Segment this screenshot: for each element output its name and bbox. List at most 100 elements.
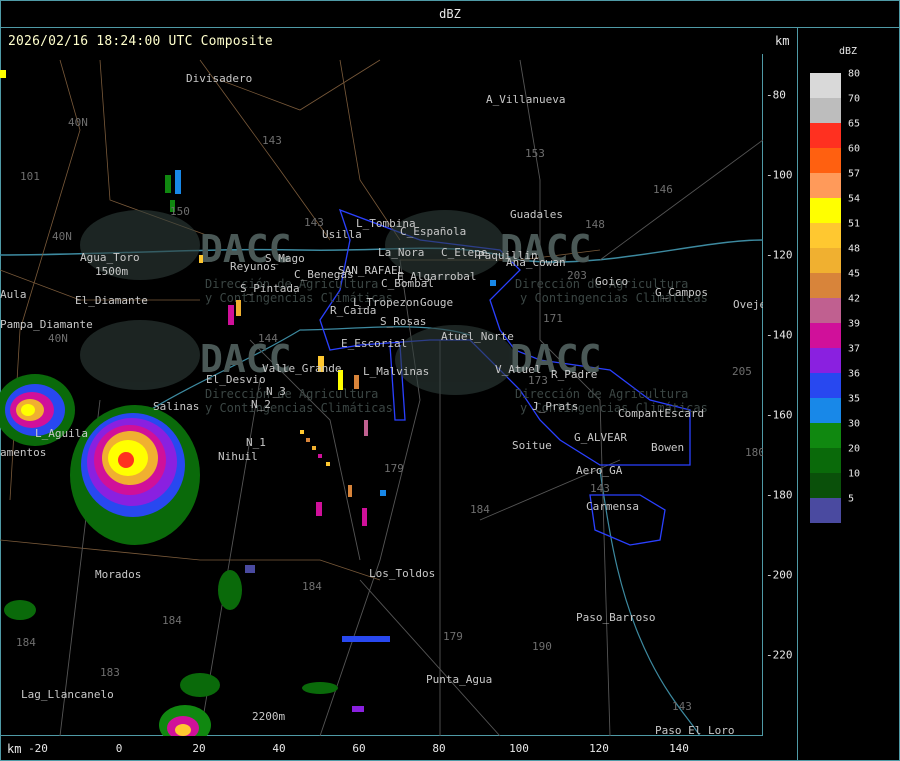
place-label: Divisadero — [186, 72, 252, 85]
svg-text:40N: 40N — [52, 230, 72, 243]
svg-text:179: 179 — [443, 630, 463, 643]
x-tick: 40 — [272, 742, 286, 755]
svg-text:180: 180 — [745, 446, 763, 459]
place-label: Oveje — [733, 298, 763, 311]
svg-text:184: 184 — [470, 503, 490, 516]
x-tick: 0 — [115, 742, 123, 755]
place-label: E_Escorial — [341, 337, 407, 350]
legend-label: 36 — [848, 368, 861, 380]
place-label: Salinas — [153, 400, 199, 413]
place-label: L_Aguila — [35, 427, 88, 440]
svg-text:184: 184 — [16, 636, 36, 649]
place-label: Aero_GA — [576, 464, 623, 477]
svg-text:40N: 40N — [48, 332, 68, 345]
legend-label: 35 — [848, 393, 861, 405]
y-axis-unit: km — [775, 34, 790, 48]
legend-swatch — [810, 223, 841, 248]
y-tick: -120 — [766, 248, 793, 262]
legend-swatch — [810, 123, 841, 148]
place-label: El_Diamante — [75, 294, 148, 307]
svg-text:171: 171 — [543, 312, 563, 325]
place-label: Valle_Grande — [262, 362, 341, 375]
echo-cluster-salinas — [70, 405, 200, 545]
legend-label: 20 — [848, 443, 861, 455]
legend-label: 37 — [848, 343, 861, 355]
place-label: A_Villanueva — [486, 93, 565, 106]
legend-swatch — [810, 348, 841, 373]
svg-text:148: 148 — [585, 218, 605, 231]
svg-text:143: 143 — [262, 134, 282, 147]
legend-title: dBZ — [839, 46, 858, 57]
place-label: CompantEscard — [618, 407, 704, 420]
place-label: R_Padre — [551, 368, 597, 381]
place-label: Morados — [95, 568, 141, 581]
legend-label: 80 — [848, 68, 861, 80]
legend-swatch — [810, 198, 841, 223]
place-label: Paso_El_Loro — [655, 724, 734, 736]
place-label: J_Prats — [532, 400, 578, 413]
place-label: amentos — [0, 446, 46, 459]
y-tick: -220 — [766, 648, 793, 662]
legend-label: 54 — [848, 193, 861, 205]
place-label: C_Bombal — [381, 277, 434, 290]
legend-swatch — [810, 323, 841, 348]
place-label: N_1 — [246, 436, 266, 449]
y-tick: -180 — [766, 488, 793, 502]
svg-text:153: 153 — [525, 147, 545, 160]
place-label: Carmensa — [586, 500, 639, 513]
legend-label: 65 — [848, 118, 861, 130]
x-tick: -20 — [28, 742, 48, 755]
svg-text:143: 143 — [304, 216, 324, 229]
svg-text:150: 150 — [170, 205, 190, 218]
svg-text:183: 183 — [100, 666, 120, 679]
echo-cluster-south — [4, 570, 338, 745]
title-bar: dBZ — [0, 0, 900, 28]
place-label: El_Desvio — [206, 373, 266, 386]
x-tick: 120 — [589, 742, 609, 755]
legend-label: 57 — [848, 168, 861, 180]
svg-text:184: 184 — [302, 580, 322, 593]
place-label: Pampa_Diamante — [0, 318, 93, 331]
x-tick: 60 — [352, 742, 366, 755]
place-label: Los_Toldos — [369, 567, 435, 580]
radar-map-svg: DACC DACC DACC DACC Dirección de Agricul… — [0, 59, 766, 745]
legend-swatch — [810, 298, 841, 323]
place-label: S_Pintada — [240, 282, 300, 295]
legend-label: 39 — [848, 318, 861, 330]
place-label: SAN_RAFAEL — [338, 264, 405, 277]
y-tick: -100 — [766, 168, 793, 182]
legend-swatch — [810, 398, 841, 423]
place-label: Soitue — [512, 439, 552, 452]
svg-text:184: 184 — [162, 614, 182, 627]
svg-text:203: 203 — [567, 269, 587, 282]
svg-text:179: 179 — [384, 462, 404, 475]
legend-label: 60 — [848, 143, 861, 155]
legend-label: 5 — [848, 493, 855, 505]
x-tick: 80 — [432, 742, 446, 755]
place-label: G_ALVEAR — [574, 431, 627, 444]
legend-swatch — [810, 98, 841, 123]
place-label: N_2 — [251, 398, 271, 411]
y-tick: -140 — [766, 328, 793, 342]
legend-swatch — [810, 273, 841, 298]
svg-text:Dirección de Agricultura: Dirección de Agricultura — [205, 387, 378, 401]
legend-swatch — [810, 498, 841, 523]
timestamp-label: 2026/02/16 18:24:00 UTC Composite — [8, 34, 273, 49]
place-label: 2200m — [252, 710, 285, 723]
svg-text:205: 205 — [732, 365, 752, 378]
legend-swatch — [810, 423, 841, 448]
legend-label: 30 — [848, 418, 861, 430]
svg-text:143: 143 — [590, 482, 610, 495]
legend-separator — [797, 28, 798, 761]
place-label: C_Española — [400, 225, 466, 238]
legend-swatch — [810, 73, 841, 98]
legend-swatch — [810, 248, 841, 273]
svg-text:143: 143 — [672, 700, 692, 713]
radar-map[interactable]: DACC DACC DACC DACC Dirección de Agricul… — [0, 54, 766, 745]
place-label: S_Rosas — [380, 315, 426, 328]
svg-text:173: 173 — [528, 374, 548, 387]
place-label: 1500m — [95, 265, 128, 278]
legend-swatch — [810, 173, 841, 198]
place-label: Guadales — [510, 208, 563, 221]
place-label: Punta_Agua — [426, 673, 492, 686]
